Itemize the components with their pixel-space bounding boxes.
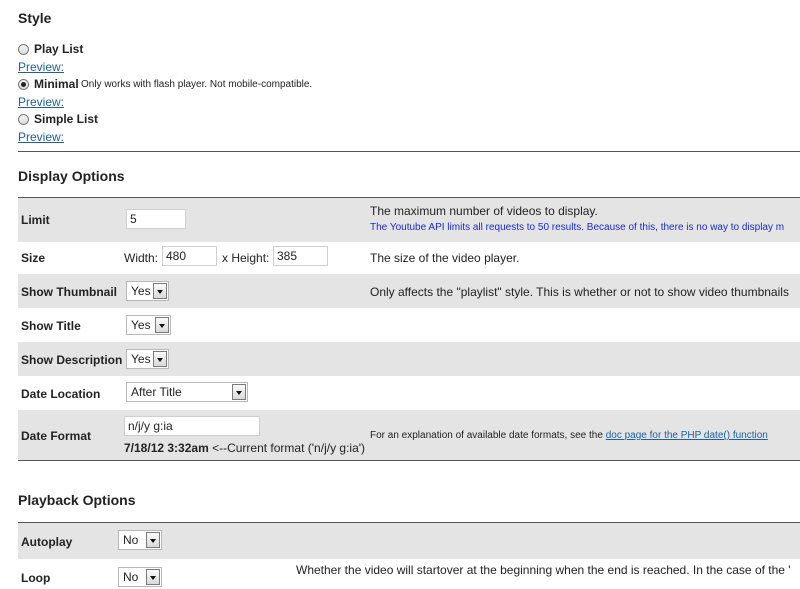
limit-api-note: The Youtube API limits all requests to 5… xyxy=(370,222,785,233)
style-playlist-label: Play List xyxy=(34,42,84,56)
loop-row: Loop No Whether the video will startover… xyxy=(18,559,800,589)
style-heading: Style xyxy=(18,10,52,26)
php-date-doc-link[interactable]: doc page for the PHP date() function xyxy=(606,430,768,441)
date-location-row: Date Location After Title xyxy=(18,376,800,410)
show-description-select[interactable]: Yes xyxy=(126,349,169,369)
display-table-bottom-border xyxy=(18,460,800,461)
show-description-label: Show Description xyxy=(21,353,123,367)
style-simplelist-preview-link[interactable]: Preview: xyxy=(18,130,64,144)
loop-value: No xyxy=(123,570,139,584)
autoplay-value: No xyxy=(123,533,139,547)
date-format-input[interactable]: n/j/y g:ia xyxy=(124,416,260,436)
show-thumbnail-value: Yes xyxy=(131,284,151,298)
chevron-down-icon xyxy=(153,351,167,367)
style-minimal-note: Only works with flash player. Not mobile… xyxy=(81,79,313,90)
chevron-down-icon xyxy=(146,569,160,585)
loop-description: Whether the video will startover at the … xyxy=(296,563,791,577)
style-minimal-label: Minimal xyxy=(34,77,79,91)
show-title-label: Show Title xyxy=(21,319,81,333)
date-format-row: Date Format n/j/y g:ia 7/18/12 3:32am <-… xyxy=(18,410,800,460)
current-date-display: 7/18/12 3:32am <--Current format ('n/j/y… xyxy=(124,441,365,455)
width-input[interactable]: 480 xyxy=(162,246,217,266)
style-playlist-preview-link[interactable]: Preview: xyxy=(18,60,64,74)
date-format-label: Date Format xyxy=(21,429,92,443)
style-simplelist-radio[interactable] xyxy=(18,114,29,125)
chevron-down-icon xyxy=(153,283,167,299)
playback-options-heading: Playback Options xyxy=(18,492,136,508)
chevron-down-icon xyxy=(232,384,246,400)
height-label: x Height: xyxy=(222,251,270,265)
show-thumbnail-description: Only affects the "playlist" style. This … xyxy=(370,285,789,299)
autoplay-label: Autoplay xyxy=(21,535,73,549)
style-minimal-preview-link[interactable]: Preview: xyxy=(18,95,64,109)
chevron-down-icon xyxy=(155,317,169,333)
show-thumbnail-row: Show Thumbnail Yes Only affects the "pla… xyxy=(18,274,800,308)
autoplay-select[interactable]: No xyxy=(118,530,162,550)
show-thumbnail-select[interactable]: Yes xyxy=(126,281,169,301)
limit-input[interactable]: 5 xyxy=(126,209,186,229)
limit-row: Limit 5 The maximum number of videos to … xyxy=(18,198,800,242)
current-date-value: 7/18/12 3:32am xyxy=(124,441,209,455)
style-playlist-radio[interactable] xyxy=(18,44,29,55)
section-divider xyxy=(18,151,800,152)
size-description: The size of the video player. xyxy=(370,251,520,265)
show-description-value: Yes xyxy=(131,352,151,366)
limit-label: Limit xyxy=(21,213,50,227)
chevron-down-icon xyxy=(146,532,160,548)
date-format-desc-prefix: For an explanation of available date for… xyxy=(370,430,603,441)
limit-description: The maximum number of videos to display. xyxy=(370,204,598,218)
autoplay-row: Autoplay No xyxy=(18,523,800,559)
style-minimal-radio[interactable] xyxy=(18,79,29,90)
width-label: Width: xyxy=(124,251,159,265)
loop-select[interactable]: No xyxy=(118,567,162,587)
show-thumbnail-label: Show Thumbnail xyxy=(21,285,117,299)
current-format-note: <--Current format ('n/j/y g:ia') xyxy=(212,441,366,455)
display-options-heading: Display Options xyxy=(18,168,125,184)
show-title-select[interactable]: Yes xyxy=(126,315,171,335)
show-title-row: Show Title Yes xyxy=(18,308,800,342)
date-format-description: For an explanation of available date for… xyxy=(370,430,768,441)
size-row: Size Width: 480 x Height: 385 The size o… xyxy=(18,242,800,274)
style-simplelist-label: Simple List xyxy=(34,112,99,126)
show-description-row: Show Description Yes xyxy=(18,342,800,376)
size-label: Size xyxy=(21,251,46,265)
show-title-value: Yes xyxy=(131,318,151,332)
date-location-value: After Title xyxy=(131,385,182,399)
date-location-label: Date Location xyxy=(21,387,101,401)
loop-label: Loop xyxy=(21,571,51,585)
height-input[interactable]: 385 xyxy=(273,246,328,266)
date-location-select[interactable]: After Title xyxy=(126,382,248,402)
